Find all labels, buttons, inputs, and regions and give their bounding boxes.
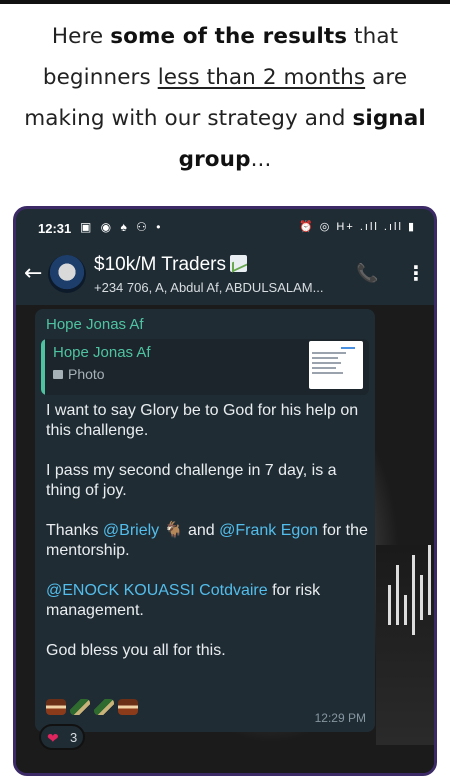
photo-icon <box>53 370 63 379</box>
group-name: $10k/M Traders <box>94 254 226 275</box>
quoted-type: Photo <box>53 366 105 382</box>
champagne-icon <box>70 699 90 715</box>
headline-bold: some of the results <box>110 24 348 49</box>
headline-text: ... <box>250 147 272 172</box>
message-line: I want to say Glory be to God for his he… <box>46 402 359 439</box>
whatsapp-screenshot: 12:31 ▣ ◉ ♠ ⚇ • ⏰ ◎ H+ .ıll .ıll ▮ ← $10… <box>13 206 437 776</box>
back-arrow-icon[interactable]: ← <box>24 261 42 286</box>
quote-accent-bar <box>41 339 45 395</box>
quoted-message[interactable]: Hope Jonas Af Photo <box>41 339 369 395</box>
status-bar: 12:31 ▣ ◉ ♠ ⚇ • ⏰ ◎ H+ .ıll .ıll ▮ <box>16 209 434 247</box>
reaction-badge[interactable]: ❤ 3 <box>39 724 85 750</box>
chat-header: ← $10k/M Traders +234 706, A, Abdul Af, … <box>16 247 434 303</box>
wallpaper-candlesticks <box>388 525 434 705</box>
mention-link[interactable]: @ENOCK KOUASSI Cotdvaire <box>46 582 268 599</box>
message-line: I pass my second challenge in 7 day, is … <box>46 462 337 499</box>
more-options-icon[interactable]: ⋮ <box>406 261 426 285</box>
cake-icon <box>118 699 138 715</box>
message-line: @ENOCK KOUASSI Cotdvaire for risk manage… <box>46 582 321 619</box>
message-time: 12:29 PM <box>314 711 366 725</box>
message-sender: Hope Jonas Af <box>46 316 144 333</box>
mention-link[interactable]: @Briely <box>103 522 159 539</box>
add-call-icon[interactable]: 📞 <box>356 263 378 284</box>
champagne-icon <box>94 699 114 715</box>
system-status-icons: ⏰ ◎ H+ .ıll .ıll ▮ <box>299 221 416 233</box>
headline-text: Here <box>51 24 111 49</box>
reaction-count: 3 <box>70 730 78 745</box>
promo-headline: Here some of the results that beginners … <box>10 16 440 180</box>
message-bubble[interactable]: Hope Jonas Af Hope Jonas Af Photo I want… <box>35 309 375 732</box>
cake-icon <box>46 699 66 715</box>
chart-increasing-icon <box>230 255 247 272</box>
quoted-sender: Hope Jonas Af <box>53 344 151 361</box>
emoji-row <box>46 699 142 719</box>
heart-icon: ❤ <box>47 730 59 746</box>
group-title[interactable]: $10k/M Traders <box>94 254 247 276</box>
notification-icons: ▣ ◉ ♠ ⚇ • <box>80 220 164 234</box>
headline-underline: less than 2 months <box>157 65 366 90</box>
quoted-type-label: Photo <box>68 366 105 382</box>
group-avatar[interactable] <box>48 255 86 293</box>
message-line: God bless you all for this. <box>46 642 226 659</box>
status-time: 12:31 <box>38 221 72 236</box>
message-line: Thanks @Briely 🐐 and @Frank Egon for the… <box>46 522 368 559</box>
message-body: I want to say Glory be to God for his he… <box>46 401 368 681</box>
mention-link[interactable]: @Frank Egon <box>219 522 318 539</box>
quoted-photo-thumbnail <box>309 341 363 389</box>
top-divider <box>0 0 450 4</box>
group-members[interactable]: +234 706, A, Abdul Af, ABDULSALAM... <box>94 280 344 295</box>
